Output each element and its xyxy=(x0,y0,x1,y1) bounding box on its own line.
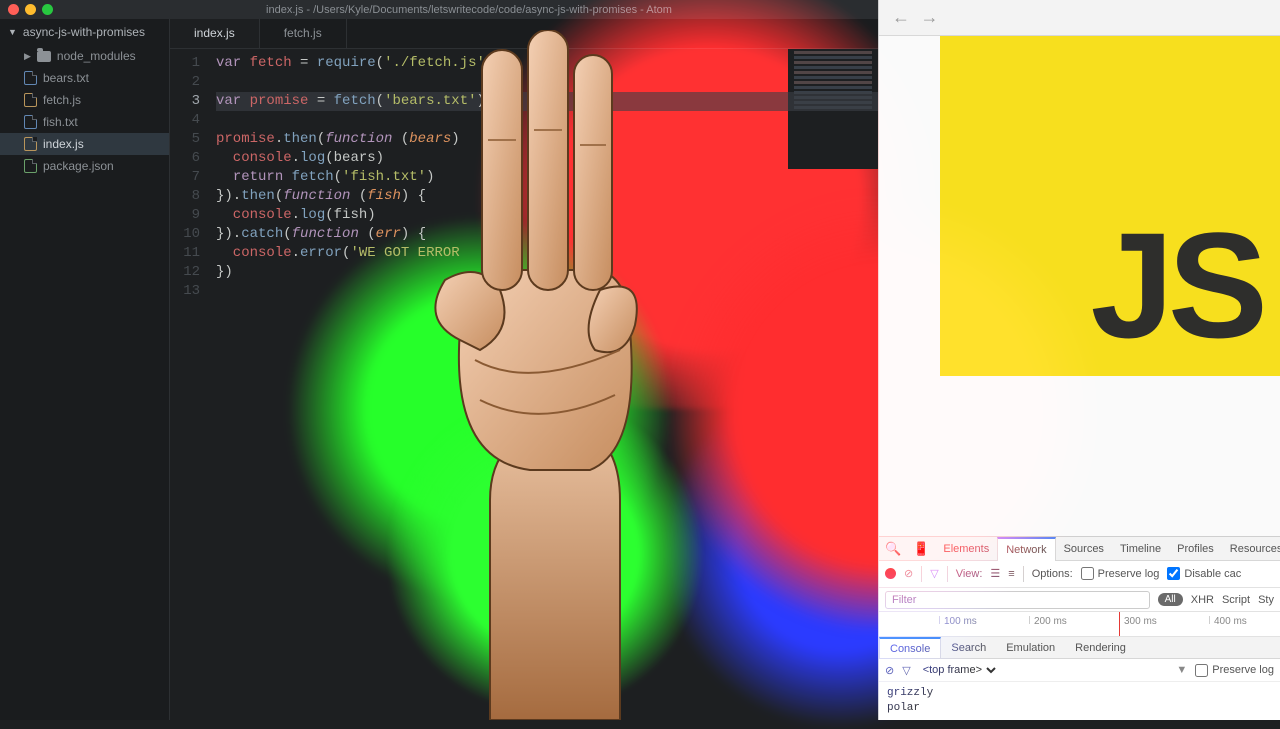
drawer-console[interactable]: Console xyxy=(879,637,941,658)
tree-file-bears-txt[interactable]: bears.txt xyxy=(0,67,169,89)
file-icon xyxy=(24,137,37,151)
tab-network[interactable]: Network xyxy=(997,537,1055,561)
editor-pane: index.js fetch.js 12345678910111213 var … xyxy=(170,19,878,720)
project-root[interactable]: ▼ async-js-with-promises xyxy=(0,19,169,45)
record-icon[interactable] xyxy=(885,568,896,579)
frame-select[interactable]: <top frame> xyxy=(919,663,999,677)
tab-fetch-js[interactable]: fetch.js xyxy=(260,19,347,48)
search-icon[interactable]: 🔍 xyxy=(879,541,907,557)
browser-viewport: JS 🔍 📱 Elements Network Sources Timeline… xyxy=(879,36,1280,720)
tab-timeline[interactable]: Timeline xyxy=(1112,537,1169,561)
disable-cache-checkbox[interactable]: Disable cac xyxy=(1167,567,1241,580)
tab-profiles[interactable]: Profiles xyxy=(1169,537,1222,561)
network-timeline[interactable]: 100 ms 200 ms 300 ms 400 ms xyxy=(879,612,1280,637)
forward-icon[interactable]: → xyxy=(917,7,941,27)
devtools-panel: 🔍 📱 Elements Network Sources Timeline Pr… xyxy=(879,536,1280,720)
preserve-log-console[interactable]: Preserve log xyxy=(1195,664,1274,677)
filter-icon[interactable]: ▽ xyxy=(930,567,938,580)
js-logo: JS xyxy=(940,36,1280,376)
code-editor[interactable]: 12345678910111213 var fetch = require('.… xyxy=(170,49,878,720)
js-logo-text: JS xyxy=(1091,210,1262,360)
drawer-tabs: Console Search Emulation Rendering xyxy=(879,637,1280,659)
file-tree-sidebar[interactable]: ▼ async-js-with-promises ▶ node_modules … xyxy=(0,19,170,720)
tab-index-js[interactable]: index.js xyxy=(170,19,260,48)
clear-icon[interactable]: ⊘ xyxy=(904,567,913,580)
console-line: grizzly xyxy=(887,686,1272,701)
file-icon xyxy=(24,93,37,107)
tick-100ms: 100 ms xyxy=(939,616,977,624)
tree-label: fish.txt xyxy=(43,115,78,129)
minimize-window-icon[interactable] xyxy=(25,4,36,15)
tree-file-package-json[interactable]: package.json xyxy=(0,155,169,177)
tab-resources[interactable]: Resources xyxy=(1222,537,1280,561)
nav-arrows: ← → xyxy=(889,7,941,28)
view-small-icon[interactable]: ≡ xyxy=(1008,568,1014,580)
tree-file-fetch-js[interactable]: fetch.js xyxy=(0,89,169,111)
tick-300ms: 300 ms xyxy=(1119,616,1157,624)
tree-file-index-js[interactable]: index.js xyxy=(0,133,169,155)
browser-toolbar: ← → xyxy=(879,0,1280,36)
chevron-right-icon: ▶ xyxy=(24,51,31,62)
clear-console-icon[interactable]: ⊘ xyxy=(885,664,894,677)
folder-icon xyxy=(37,51,51,62)
code-content[interactable]: var fetch = require('./fetch.js') var pr… xyxy=(210,49,878,720)
network-toolbar: ⊘ ▽ View: ☰ ≡ Options: Preserve log Disa… xyxy=(879,561,1280,588)
drawer-rendering[interactable]: Rendering xyxy=(1065,637,1136,658)
drawer-emulation[interactable]: Emulation xyxy=(996,637,1065,658)
chevron-down-icon: ▼ xyxy=(8,27,17,37)
filter-xhr[interactable]: XHR xyxy=(1191,594,1214,606)
console-toolbar: ⊘ ▽ <top frame> ▼ Preserve log xyxy=(879,659,1280,682)
network-filter-row: All XHR Script Sty xyxy=(879,588,1280,613)
console-line: polar xyxy=(887,701,1272,716)
tree-label: bears.txt xyxy=(43,71,89,85)
preserve-log-checkbox[interactable]: Preserve log xyxy=(1081,567,1160,580)
console-output[interactable]: grizzly polar xyxy=(879,682,1280,720)
view-label: View: xyxy=(956,568,983,580)
options-label: Options: xyxy=(1032,568,1073,580)
filter-input[interactable] xyxy=(885,591,1150,609)
file-icon xyxy=(24,115,37,129)
devtools-tabs: 🔍 📱 Elements Network Sources Timeline Pr… xyxy=(879,537,1280,561)
close-window-icon[interactable] xyxy=(8,4,19,15)
tab-sources[interactable]: Sources xyxy=(1056,537,1112,561)
filter-style[interactable]: Sty xyxy=(1258,594,1274,606)
file-icon xyxy=(24,159,37,173)
filter-script[interactable]: Script xyxy=(1222,594,1250,606)
tree-label: fetch.js xyxy=(43,93,81,107)
tree-file-fish-txt[interactable]: fish.txt xyxy=(0,111,169,133)
editor-tabs: index.js fetch.js xyxy=(170,19,878,49)
tree-label: package.json xyxy=(43,159,114,173)
tree-label: node_modules xyxy=(57,49,136,63)
tree-folder-node-modules[interactable]: ▶ node_modules xyxy=(0,45,169,67)
project-name: async-js-with-promises xyxy=(23,25,145,39)
tick-200ms: 200 ms xyxy=(1029,616,1067,624)
file-icon xyxy=(24,71,37,85)
drawer-search[interactable]: Search xyxy=(941,637,996,658)
atom-editor-window: index.js - /Users/Kyle/Documents/letswri… xyxy=(0,0,878,720)
tree-label: index.js xyxy=(43,137,84,151)
zoom-window-icon[interactable] xyxy=(42,4,53,15)
browser-window: ← → JS 🔍 📱 Elements Network Sources Time… xyxy=(878,0,1280,720)
device-mode-icon[interactable]: 📱 xyxy=(907,541,935,557)
filter-console-icon[interactable]: ▽ xyxy=(902,664,910,677)
view-large-icon[interactable]: ☰ xyxy=(990,567,1000,580)
back-icon[interactable]: ← xyxy=(889,7,913,27)
line-number-gutter: 12345678910111213 xyxy=(170,49,210,720)
tab-elements[interactable]: Elements xyxy=(935,537,997,561)
timeline-marker xyxy=(1119,612,1120,636)
filter-all-pill[interactable]: All xyxy=(1158,593,1183,606)
tick-400ms: 400 ms xyxy=(1209,616,1247,624)
